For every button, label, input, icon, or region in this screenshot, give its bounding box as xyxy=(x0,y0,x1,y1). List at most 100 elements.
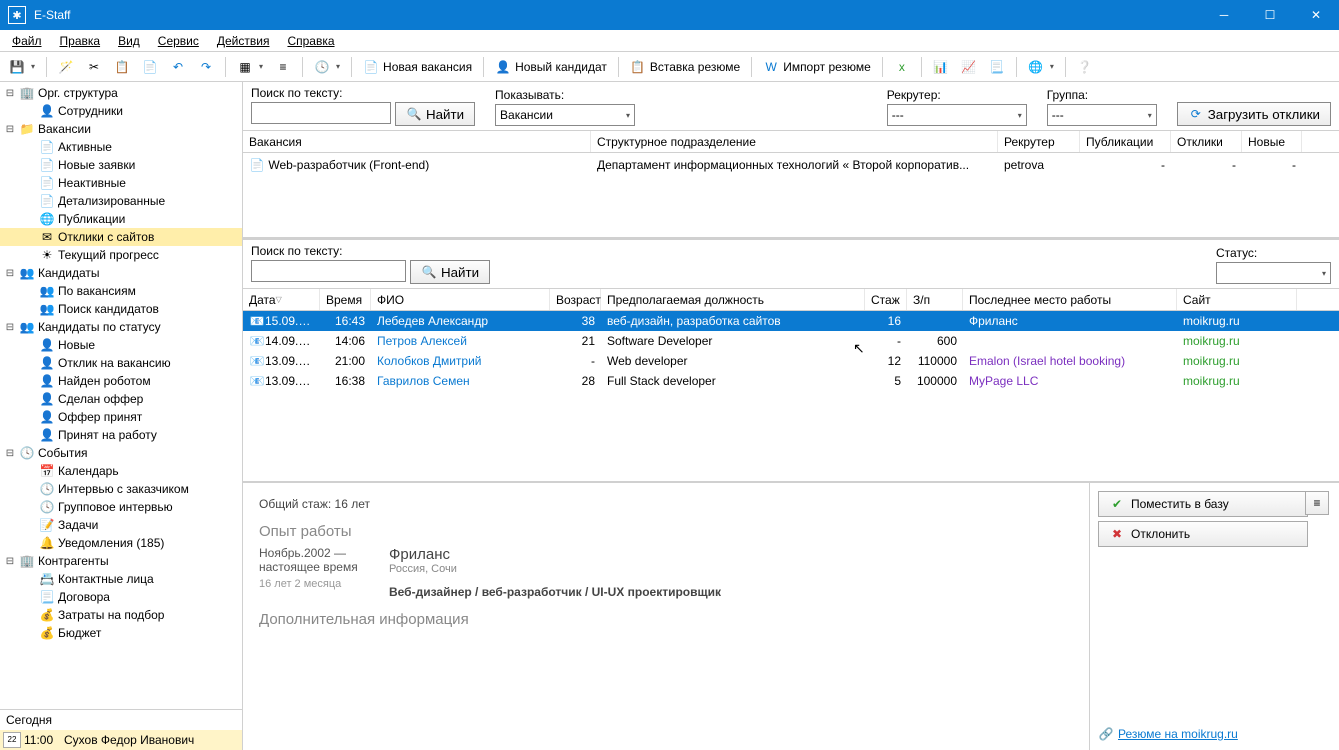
tb-grid[interactable]: ▦▾ xyxy=(232,55,268,79)
col-header[interactable]: З/п xyxy=(907,289,963,310)
tree-item[interactable]: 💰Бюджет xyxy=(0,624,242,642)
col-header[interactable]: Стаж xyxy=(865,289,907,310)
tree-item[interactable]: 👤Принят на работу xyxy=(0,426,242,444)
tree-item[interactable]: ✉Отклики с сайтов xyxy=(0,228,242,246)
tb-copy[interactable]: 📋 xyxy=(109,55,135,79)
tree-item[interactable]: 📄Активные xyxy=(0,138,242,156)
tree-item[interactable]: 👤Сотрудники xyxy=(0,102,242,120)
menu-file[interactable]: Файл xyxy=(4,32,50,50)
tree-item[interactable]: 👥По вакансиям xyxy=(0,282,242,300)
tree-group-events[interactable]: ⊟🕓События xyxy=(0,444,242,462)
col-header[interactable]: Время xyxy=(320,289,371,310)
minimize-button[interactable]: ─ xyxy=(1201,0,1247,30)
tb-new-vacancy[interactable]: 📄Новая вакансия xyxy=(358,55,477,79)
tree-group-vac[interactable]: ⊟📁Вакансии xyxy=(0,120,242,138)
col-header[interactable]: Дата ▽ xyxy=(243,289,320,310)
col-new[interactable]: Новые xyxy=(1242,131,1302,152)
duration: 16 лет 2 месяца xyxy=(259,578,369,590)
tb-import-resume[interactable]: WИмпорт резюме xyxy=(758,55,876,79)
close-button[interactable]: ✕ xyxy=(1293,0,1339,30)
tree-item[interactable]: 📇Контактные лица xyxy=(0,570,242,588)
candidate-row[interactable]: 📧13.09.201821:00Колобков Дмитрий-Web dev… xyxy=(243,351,1339,371)
col-recruiter[interactable]: Рекрутер xyxy=(998,131,1080,152)
tree-item[interactable]: 👤Сделан оффер xyxy=(0,390,242,408)
col-pub[interactable]: Публикации xyxy=(1080,131,1171,152)
candidate-row[interactable]: 📧14.09.201814:06Петров Алексей21Software… xyxy=(243,331,1339,351)
search-input[interactable] xyxy=(251,102,391,124)
tree-item[interactable]: 📄Неактивные xyxy=(0,174,242,192)
candidates-grid: Дата ▽ВремяФИОВозрастПредполагаемая долж… xyxy=(243,289,1339,481)
vacancy-row[interactable]: 📄 Web-разработчик (Front-end) Департамен… xyxy=(243,153,1339,177)
tb-undo[interactable]: ↶ xyxy=(165,55,191,79)
group-select[interactable]: ---▾ xyxy=(1047,104,1157,126)
candidate-row[interactable]: 📧15.09.201816:43Лебедев Александр38веб-д… xyxy=(243,311,1339,331)
find-button-2[interactable]: 🔍Найти xyxy=(410,260,490,284)
col-header[interactable]: ФИО xyxy=(371,289,550,310)
col-header[interactable]: Последнее место работы xyxy=(963,289,1177,310)
tree-item[interactable]: 📄Детализированные xyxy=(0,192,242,210)
today-event[interactable]: 22 11:00 Сухов Федор Иванович xyxy=(0,730,242,750)
col-header[interactable]: Предполагаемая должность xyxy=(601,289,865,310)
tb-cut[interactable]: ✂ xyxy=(81,55,107,79)
tree-item[interactable]: 💰Затраты на подбор xyxy=(0,606,242,624)
resume-link[interactable]: 🔗Резюме на moikrug.ru xyxy=(1098,726,1238,742)
find-button[interactable]: 🔍Найти xyxy=(395,102,475,126)
tree-group-cand[interactable]: ⊟👥Кандидаты xyxy=(0,264,242,282)
tree-item[interactable]: 🌐Публикации xyxy=(0,210,242,228)
col-vacancy[interactable]: Вакансия xyxy=(243,131,591,152)
tree-group-org[interactable]: ⊟🏢Орг. структура xyxy=(0,84,242,102)
add-to-db-button[interactable]: ✔Поместить в базу xyxy=(1098,491,1308,517)
search-input-2[interactable] xyxy=(251,260,406,282)
extra-info-header: Дополнительная информация xyxy=(259,611,1073,628)
tb-new-candidate[interactable]: 👤Новый кандидат xyxy=(490,55,612,79)
menu-view[interactable]: Вид xyxy=(110,32,148,50)
tb-paste-resume[interactable]: 📋Вставка резюме xyxy=(625,55,745,79)
tree-item[interactable]: 📃Договора xyxy=(0,588,242,606)
tb-list[interactable]: ≡ xyxy=(270,55,296,79)
tb-stats[interactable]: 📈 xyxy=(956,55,982,79)
col-dept[interactable]: Структурное подразделение xyxy=(591,131,998,152)
menu-edit[interactable]: Правка xyxy=(52,32,109,50)
col-resp[interactable]: Отклики xyxy=(1171,131,1242,152)
tb-excel[interactable]: x xyxy=(889,55,915,79)
tree-item[interactable]: ☀Текущий прогресс xyxy=(0,246,242,264)
menu-actions[interactable]: Действия xyxy=(209,32,278,50)
maximize-button[interactable]: ☐ xyxy=(1247,0,1293,30)
tree-item[interactable]: 📝Задачи xyxy=(0,516,242,534)
menu-help[interactable]: Справка xyxy=(279,32,342,50)
col-header[interactable]: Сайт xyxy=(1177,289,1297,310)
tb-help[interactable]: ❔ xyxy=(1072,55,1098,79)
tb-wand[interactable]: 🪄 xyxy=(53,55,79,79)
tb-redo[interactable]: ↷ xyxy=(193,55,219,79)
col-header[interactable]: Возраст xyxy=(550,289,601,310)
tb-clock[interactable]: 🕓▾ xyxy=(309,55,345,79)
show-select[interactable]: Вакансии▾ xyxy=(495,104,635,126)
search-bar-mid: Поиск по тексту: 🔍Найти Статус: ▾ xyxy=(243,238,1339,289)
recruiter-select[interactable]: ---▾ xyxy=(887,104,1027,126)
tree-item[interactable]: 👤Новые xyxy=(0,336,242,354)
tb-report[interactable]: 📃 xyxy=(984,55,1010,79)
tree-item[interactable]: 🕓Групповое интервью xyxy=(0,498,242,516)
status-select[interactable]: ▾ xyxy=(1216,262,1331,284)
tree-item[interactable]: 🔔Уведомления (185) xyxy=(0,534,242,552)
tb-disk[interactable]: 💾▾ xyxy=(4,55,40,79)
tree-item[interactable]: 🕓Интервью с заказчиком xyxy=(0,480,242,498)
tb-paste[interactable]: 📄 xyxy=(137,55,163,79)
tree-group-cand_status[interactable]: ⊟👥Кандидаты по статусу xyxy=(0,318,242,336)
tree-item[interactable]: 👥Поиск кандидатов xyxy=(0,300,242,318)
candidate-row[interactable]: 📧13.09.201816:38Гаврилов Семен28Full Sta… xyxy=(243,371,1339,391)
actions-menu-button[interactable]: ≡ xyxy=(1305,491,1329,515)
reject-button[interactable]: ✖Отклонить xyxy=(1098,521,1308,547)
app-title: E-Staff xyxy=(34,8,70,22)
search-text-label: Поиск по тексту: xyxy=(251,86,475,100)
tree-item[interactable]: 👤Отклик на вакансию xyxy=(0,354,242,372)
tree-group-contr[interactable]: ⊟🏢Контрагенты xyxy=(0,552,242,570)
tree-item[interactable]: 📅Календарь xyxy=(0,462,242,480)
menu-service[interactable]: Сервис xyxy=(150,32,207,50)
tb-globe[interactable]: 🌐▾ xyxy=(1023,55,1059,79)
load-responses-button[interactable]: ⟳Загрузить отклики xyxy=(1177,102,1331,126)
tree-item[interactable]: 📄Новые заявки xyxy=(0,156,242,174)
tree-item[interactable]: 👤Оффер принят xyxy=(0,408,242,426)
tb-chart[interactable]: 📊 xyxy=(928,55,954,79)
tree-item[interactable]: 👤Найден роботом xyxy=(0,372,242,390)
